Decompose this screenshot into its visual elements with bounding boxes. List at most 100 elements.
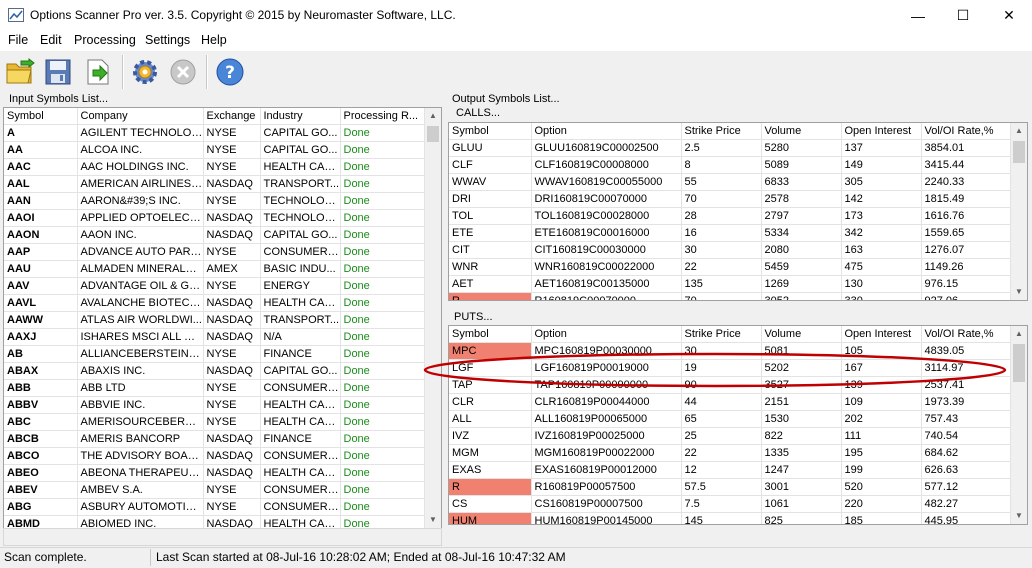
table-row[interactable]: DRI DRI160819C00070000 70 2578 142 1815.49 [449,190,1011,208]
help-icon[interactable]: ? [214,56,246,88]
settings-gear-icon[interactable] [129,56,161,88]
menu-help[interactable]: Help [201,33,227,47]
table-row[interactable]: TOL TOL160819C00028000 28 2797 173 1616.76 [449,207,1011,225]
calls-grid[interactable]: Symbol Option Strike Price Volume Open Inter… [448,122,1028,301]
open-folder-icon[interactable] [4,56,36,88]
table-cell: HUM [449,512,532,524]
table-row[interactable]: CS CS160819P00007500 7.5 1061 220 482.27 [449,495,1011,513]
table-cell: 740.54 [921,427,1011,445]
table-cell: CAPITAL GO... [260,141,341,159]
table-cell: ASBURY AUTOMOTIVE... [77,498,204,516]
table-row[interactable]: ABG ASBURY AUTOMOTIVE... NYSE CONSUMER ... D… [4,498,425,516]
input-scrollbar[interactable]: ▲ ▼ [424,108,441,528]
menu-file[interactable]: File [8,33,28,47]
table-row[interactable]: WWAV WWAV160819C00055000 55 6833 305 2240.33 [449,173,1011,191]
table-row[interactable]: AAV ADVANTAGE OIL & GA... NYSE ENERGY Done [4,277,425,295]
table-row[interactable]: AAWW ATLAS AIR WORLDWI... NASDAQ TRANSPORT.… [4,311,425,329]
scroll-up-icon[interactable]: ▲ [1011,123,1027,139]
save-icon[interactable] [42,56,74,88]
table-row[interactable]: AAVL AVALANCHE BIOTECH... NASDAQ HEALTH CAR… [4,294,425,312]
scroll-thumb[interactable] [1013,141,1025,163]
table-row[interactable]: IVZ IVZ160819P00025000 25 822 111 740.54 [449,427,1011,445]
table-row[interactable]: MGM MGM160819P00022000 22 1335 195 684.62 [449,444,1011,462]
table-cell: 1559.65 [921,224,1011,242]
menu-edit[interactable]: Edit [40,33,62,47]
table-row[interactable]: ABMD ABIOMED INC. NASDAQ HEALTH CARE Done [4,515,425,528]
scroll-down-icon[interactable]: ▼ [1011,284,1027,300]
table-row[interactable]: CIT CIT160819C00030000 30 2080 163 1276.07 [449,241,1011,259]
column-header[interactable]: Volume [761,326,842,343]
table-cell: CLR160819P00044000 [531,393,682,411]
column-header[interactable]: Option [531,123,682,140]
table-row[interactable]: AAOI APPLIED OPTOELECTR... NASDAQ TECHNOLOG… [4,209,425,227]
table-cell: CONSUMER ... [260,379,341,397]
column-header[interactable]: Symbol [449,326,532,343]
menu-settings[interactable]: Settings [145,33,190,47]
column-header[interactable]: Processing R... [340,108,425,125]
scroll-thumb[interactable] [427,126,439,142]
table-row[interactable]: AAXJ ISHARES MSCI ALL CO... NASDAQ N/A Done [4,328,425,346]
table-row[interactable]: AET AET160819C00135000 135 1269 130 976.15 [449,275,1011,293]
calls-scrollbar[interactable]: ▲ ▼ [1010,123,1027,300]
column-header[interactable]: Volume [761,123,842,140]
table-row[interactable]: ABAX ABAXIS INC. NASDAQ CAPITAL GO... Done [4,362,425,380]
column-header[interactable]: Strike Price [681,326,762,343]
status-divider [150,549,151,566]
table-row[interactable]: ALL ALL160819P00065000 65 1530 202 757.43 [449,410,1011,428]
table-row[interactable]: AAU ALMADEN MINERALS L... AMEX BASIC INDU..… [4,260,425,278]
table-row[interactable]: AAC AAC HOLDINGS INC. NYSE HEALTH CARE Done [4,158,425,176]
table-row[interactable]: ABB ABB LTD NYSE CONSUMER ... Done [4,379,425,397]
maximize-button[interactable]: ☐ [940,0,986,31]
table-row[interactable]: R R160819C00070000 70 3052 330 927.06 [449,292,1011,300]
table-row[interactable]: ABEV AMBEV S.A. NYSE CONSUMER ... Done [4,481,425,499]
table-row[interactable]: ABCO THE ADVISORY BOAR... NASDAQ CONSUMER .… [4,447,425,465]
export-icon[interactable] [82,56,114,88]
table-cell: EXAS [449,461,532,479]
table-row[interactable]: CLR CLR160819P00044000 44 2151 109 1973.39 [449,393,1011,411]
table-row[interactable]: EXAS EXAS160819P00012000 12 1247 199 626.63 [449,461,1011,479]
table-row[interactable]: AB ALLIANCEBERSTEIN H... NYSE FINANCE Done [4,345,425,363]
column-header[interactable]: Vol/OI Rate,% [921,326,1011,343]
input-hscrollbar[interactable] [3,528,442,546]
table-row[interactable]: R R160819P00057500 57.5 3001 520 577.12 [449,478,1011,496]
table-row[interactable]: AAN AARON&#39;S INC. NYSE TECHNOLOGY Done [4,192,425,210]
scroll-up-icon[interactable]: ▲ [425,108,441,124]
column-header[interactable]: Strike Price [681,123,762,140]
table-row[interactable]: A AGILENT TECHNOLOG... NYSE CAPITAL GO... Do… [4,124,425,142]
column-header[interactable]: Option [531,326,682,343]
column-header[interactable]: Industry [260,108,341,125]
table-row[interactable]: AAP ADVANCE AUTO PART... NYSE CONSUMER ... D… [4,243,425,261]
column-header[interactable]: Open Interest [841,326,922,343]
scroll-down-icon[interactable]: ▼ [425,512,441,528]
column-header[interactable]: Exchange [203,108,261,125]
minimize-button[interactable]: — [895,0,941,31]
scroll-up-icon[interactable]: ▲ [1011,326,1027,342]
table-row[interactable]: ABBV ABBVIE INC. NYSE HEALTH CARE Done [4,396,425,414]
column-header[interactable]: Company [77,108,204,125]
scroll-down-icon[interactable]: ▼ [1011,508,1027,524]
table-row[interactable]: CLF CLF160819C00008000 8 5089 149 3415.44 [449,156,1011,174]
table-row[interactable]: ABCB AMERIS BANCORP NASDAQ FINANCE Done [4,430,425,448]
table-cell: 2.5 [681,139,762,157]
column-header[interactable]: Symbol [4,108,78,125]
table-row[interactable]: ETE ETE160819C00016000 16 5334 342 1559.65 [449,224,1011,242]
table-row[interactable]: GLUU GLUU160819C00002500 2.5 5280 137 3854.01 [449,139,1011,157]
cancel-icon[interactable] [167,56,199,88]
menu-processing[interactable]: Processing [74,33,136,47]
table-row[interactable]: WNR WNR160819C00022000 22 5459 475 1149.26 [449,258,1011,276]
close-button[interactable]: ✕ [986,0,1032,31]
table-row[interactable]: HUM HUM160819P00145000 145 825 185 445.95 [449,512,1011,524]
table-row[interactable]: AAL AMERICAN AIRLINES ... NASDAQ TRANSPORT.… [4,175,425,193]
column-header[interactable]: Open Interest [841,123,922,140]
column-header[interactable]: Symbol [449,123,532,140]
input-symbols-grid[interactable]: Symbol Company Exchange Industry Processing … [3,107,442,529]
table-row[interactable]: AA ALCOA INC. NYSE CAPITAL GO... Done [4,141,425,159]
table-cell: ABB LTD [77,379,204,397]
table-cell: Done [340,345,425,363]
table-row[interactable]: ABC AMERISOURCEBERGE... NYSE HEALTH CARE Don… [4,413,425,431]
table-row[interactable]: ABEO ABEONA THERAPEUTI... NASDAQ HEALTH CAR… [4,464,425,482]
table-row[interactable]: AAON AAON INC. NASDAQ CAPITAL GO... Done [4,226,425,244]
table-cell: CS160819P00007500 [531,495,682,513]
column-header[interactable]: Vol/OI Rate,% [921,123,1011,140]
table-cell: ABEONA THERAPEUTI... [77,464,204,482]
